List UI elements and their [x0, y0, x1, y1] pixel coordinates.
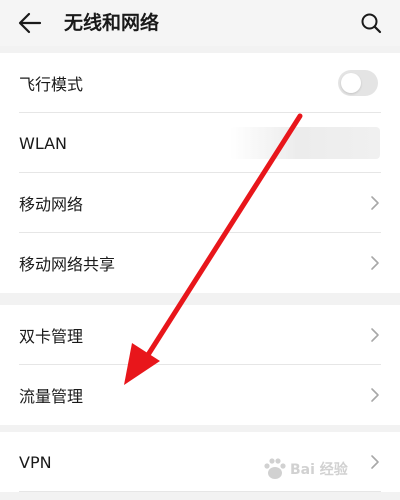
baidu-watermark: Bai 经验	[262, 452, 374, 486]
row-label: WLAN	[19, 133, 68, 153]
mobile-network-row[interactable]: 移动网络	[0, 173, 400, 233]
row-divider	[19, 491, 381, 492]
row-label: 飞行模式	[19, 75, 84, 94]
arrow-left-icon	[18, 12, 42, 34]
chevron-right-icon	[371, 328, 379, 342]
chevron-right-icon	[371, 256, 379, 270]
back-button[interactable]	[12, 6, 48, 40]
row-label: 双卡管理	[19, 327, 84, 346]
wlan-status-value	[230, 127, 380, 159]
airplane-mode-row[interactable]: 飞行模式	[0, 53, 400, 113]
row-label: 移动网络	[19, 195, 84, 214]
row-label: 移动网络共享	[19, 255, 116, 274]
watermark-text: Bai 经验	[290, 462, 348, 478]
chevron-right-icon	[371, 388, 379, 402]
airplane-mode-toggle[interactable]	[338, 70, 378, 96]
toggle-knob	[341, 73, 361, 93]
row-label: 流量管理	[19, 387, 84, 406]
data-usage-row[interactable]: 流量管理	[0, 365, 400, 425]
dual-sim-row[interactable]: 双卡管理	[0, 305, 400, 365]
search-button[interactable]	[352, 6, 390, 40]
top-app-bar: 无线和网络	[0, 0, 400, 46]
settings-group-sim: 双卡管理 流量管理	[0, 305, 400, 425]
tethering-row[interactable]: 移动网络共享	[0, 233, 400, 293]
row-label: VPN	[19, 452, 52, 472]
settings-group-network: 飞行模式 WLAN 移动网络 移动网络共享	[0, 53, 400, 293]
baidu-paw-icon	[264, 458, 286, 479]
search-icon	[361, 13, 382, 34]
page-title: 无线和网络	[64, 12, 160, 34]
wlan-row[interactable]: WLAN	[0, 113, 400, 173]
settings-screen: 无线和网络 飞行模式 WLAN 移动网络 移动网络共享 双卡管理 流量管理 VP…	[0, 0, 400, 500]
chevron-right-icon	[371, 196, 379, 210]
